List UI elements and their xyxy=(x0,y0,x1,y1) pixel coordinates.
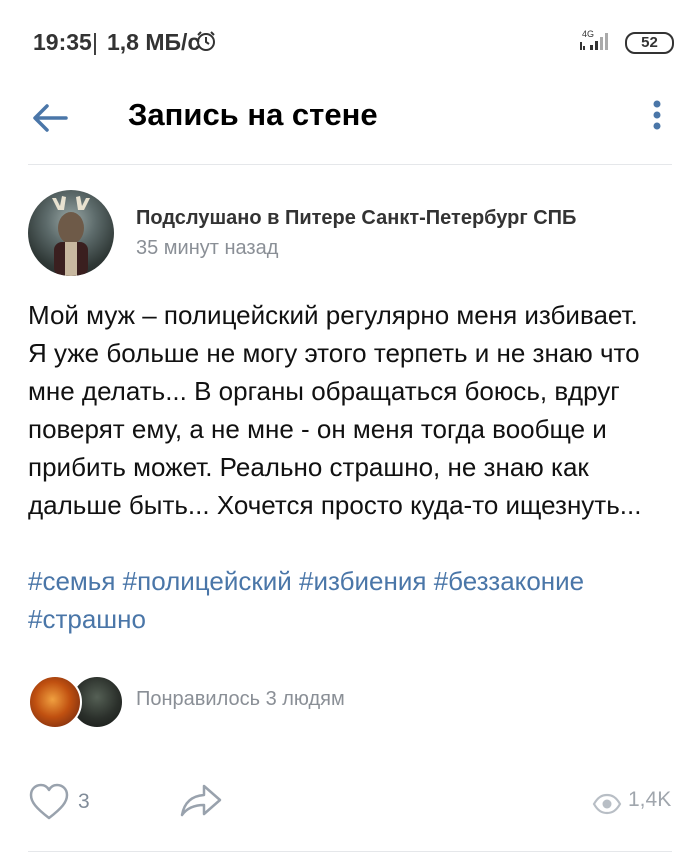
more-vertical-icon xyxy=(653,100,661,130)
hashtag-police[interactable]: #полицейский xyxy=(123,566,292,596)
author-avatar[interactable] xyxy=(28,190,114,276)
liked-by-text[interactable]: Понравилось 3 людям xyxy=(136,688,345,711)
status-separator: | xyxy=(92,29,98,55)
heart-icon xyxy=(29,783,69,820)
post-time: 35 минут назад xyxy=(136,237,279,259)
moose-avatar-image xyxy=(52,196,90,276)
hashtag-lawlessness[interactable]: #беззаконие xyxy=(434,566,584,596)
status-time: 19:35 xyxy=(33,29,92,55)
back-arrow-icon xyxy=(33,104,68,132)
liker-avatar xyxy=(28,675,82,729)
like-button[interactable]: 3 xyxy=(28,782,98,822)
post-actions: 3 1,4K xyxy=(0,770,700,830)
alarm-icon xyxy=(197,31,215,51)
status-speed: 1,8 МБ/с xyxy=(107,29,201,55)
signal-icon: 4G xyxy=(580,29,608,50)
like-count: 3 xyxy=(78,790,90,813)
hashtag-scary[interactable]: #страшно xyxy=(28,604,146,634)
more-button[interactable] xyxy=(642,94,672,144)
views-count: 1,4K xyxy=(628,788,672,811)
hashtag-beatings[interactable]: #избиения xyxy=(299,566,426,596)
header: Запись на стене xyxy=(0,80,700,165)
page-title: Запись на стене xyxy=(128,97,378,132)
battery-icon: 52 xyxy=(625,32,674,54)
eye-icon xyxy=(592,793,622,815)
views-counter: 1,4K xyxy=(592,782,682,822)
back-button[interactable] xyxy=(28,95,74,141)
footer-divider xyxy=(28,851,672,852)
header-divider xyxy=(28,164,672,165)
post-author[interactable]: Подслушано в Питере Санкт-Петербург СПБ xyxy=(136,207,576,230)
share-button[interactable] xyxy=(178,780,224,820)
post-text: Мой муж – полицейский регулярно меня изб… xyxy=(28,300,642,520)
network-type: 4G xyxy=(582,29,594,39)
hashtag-family[interactable]: #семья xyxy=(28,566,115,596)
hashtags: #семья #полицейский #избиения #беззакони… xyxy=(28,562,678,638)
likers-avatars[interactable] xyxy=(28,675,138,729)
share-icon xyxy=(180,784,222,817)
status-bar: 19:35 | 1,8 МБ/с 4G 52 xyxy=(0,0,700,80)
